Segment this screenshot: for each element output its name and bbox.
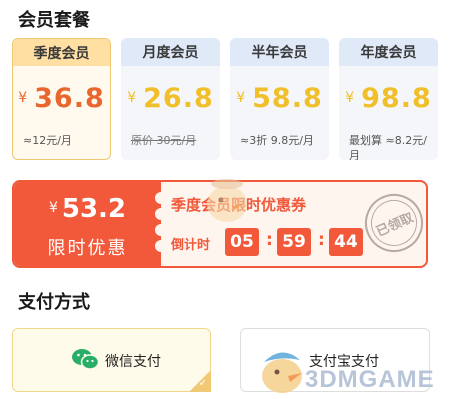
price-value: 36.8	[34, 83, 105, 114]
original-price: 原价 30元/月	[131, 134, 197, 147]
currency-symbol: ¥	[236, 90, 247, 106]
wechat-pay-option[interactable]: 微信支付 ✓	[12, 328, 211, 392]
plan-price: ¥26.8	[121, 83, 220, 114]
currency-symbol: ¥	[18, 90, 29, 106]
offer-price-panel: ¥53.2 限时优惠	[14, 182, 167, 266]
mascot-watermark-icon	[207, 179, 247, 222]
plan-note: ≈3折 9.8元/月	[240, 134, 314, 147]
plan-list: 季度会员 ¥36.8 ≈12元/月 月度会员 ¥26.8 原价 30元/月 半年…	[12, 38, 438, 162]
plan-card-quarterly[interactable]: 季度会员 ¥36.8 ≈12元/月	[12, 38, 111, 160]
plan-price: ¥58.8	[230, 83, 329, 114]
countdown-separator: :	[266, 230, 273, 250]
price-value: 58.8	[252, 83, 323, 114]
offer-price: ¥53.2	[14, 194, 161, 224]
plan-name: 季度会员	[13, 39, 110, 66]
plan-card-halfyear[interactable]: 半年会员 ¥58.8 ≈3折 9.8元/月	[230, 38, 329, 160]
wechat-icon	[72, 349, 99, 370]
offer-amount: 53.2	[61, 194, 127, 224]
plan-price: ¥98.8	[339, 83, 438, 114]
claimed-stamp: 已领取	[355, 184, 426, 262]
countdown-separator: :	[318, 230, 325, 250]
membership-section-title: 会员套餐	[18, 10, 90, 31]
countdown-minutes: 59	[277, 228, 311, 256]
price-value: 26.8	[143, 83, 214, 114]
plan-name: 半年会员	[230, 38, 329, 66]
plan-note: 最划算 ≈8.2元/月	[349, 134, 427, 160]
plan-name: 月度会员	[121, 38, 220, 66]
currency-symbol: ¥	[48, 200, 58, 216]
countdown-seconds: 44	[329, 228, 363, 256]
site-watermark: 3DMGAME	[305, 366, 435, 393]
countdown-hours: 05	[225, 228, 259, 256]
plan-name: 年度会员	[339, 38, 438, 66]
offer-label: 限时优惠	[47, 238, 128, 259]
wechat-pay-label: 微信支付	[105, 354, 161, 370]
plan-card-yearly[interactable]: 年度会员 ¥98.8 最划算 ≈8.2元/月	[339, 38, 438, 160]
plan-note: ≈12元/月	[23, 134, 72, 147]
plan-card-monthly[interactable]: 月度会员 ¥26.8 原价 30元/月	[121, 38, 220, 160]
countdown-label: 倒计时	[171, 238, 211, 253]
price-value: 98.8	[361, 83, 432, 114]
plan-note: 原价 30元/月	[131, 133, 216, 148]
currency-symbol: ¥	[345, 90, 356, 106]
plan-price: ¥36.8	[13, 83, 110, 114]
currency-symbol: ¥	[127, 90, 138, 106]
check-icon: ✓	[198, 378, 207, 389]
payment-section-title: 支付方式	[18, 292, 90, 313]
